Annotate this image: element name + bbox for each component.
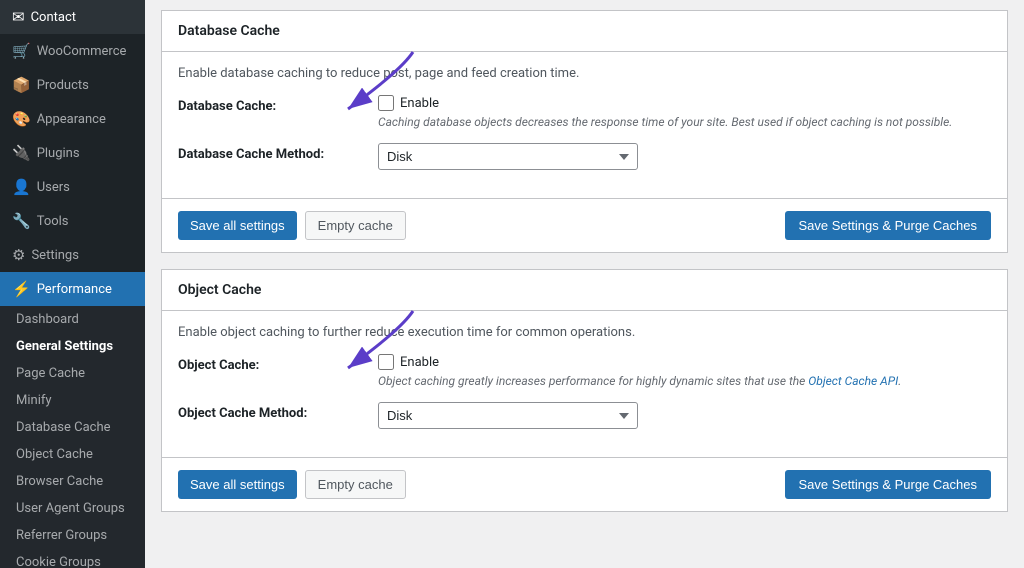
main-content: Database Cache Enable database caching t… bbox=[145, 0, 1024, 568]
performance-submenu: Dashboard General Settings Page Cache Mi… bbox=[0, 306, 145, 568]
database-cache-method-label: Database Cache Method: bbox=[178, 143, 378, 162]
object-cache-method-row: Object Cache Method: Disk Memcached Redi… bbox=[178, 402, 991, 429]
submenu-dashboard[interactable]: Dashboard bbox=[0, 306, 145, 333]
database-cache-enable-control: Enable Caching database objects decrease… bbox=[378, 95, 991, 129]
object-cache-checkbox[interactable] bbox=[378, 354, 394, 370]
object-cache-api-link[interactable]: Object Cache API bbox=[808, 374, 898, 388]
submenu-general-settings[interactable]: General Settings bbox=[0, 333, 145, 360]
object-cache-enable-control: Enable Object caching greatly increases … bbox=[378, 354, 991, 388]
sidebar-item-appearance[interactable]: 🎨 Appearance bbox=[0, 102, 145, 136]
sidebar-item-plugins[interactable]: 🔌 Plugins bbox=[0, 136, 145, 170]
object-cache-enable-label: Object Cache: bbox=[178, 354, 378, 373]
appearance-icon: 🎨 bbox=[12, 110, 31, 128]
sidebar-item-woocommerce[interactable]: 🛒 WooCommerce bbox=[0, 34, 145, 68]
object-cache-save-purge-button[interactable]: Save Settings & Purge Caches bbox=[785, 470, 992, 499]
settings-icon: ⚙ bbox=[12, 246, 25, 264]
object-cache-enable-toggle: Enable bbox=[378, 354, 991, 370]
sidebar-item-users[interactable]: 👤 Users bbox=[0, 170, 145, 204]
plugins-icon: 🔌 bbox=[12, 144, 31, 162]
object-cache-enable-row: Object Cache: Enable Object caching grea… bbox=[178, 354, 991, 388]
object-cache-method-select[interactable]: Disk Memcached Redis bbox=[378, 402, 638, 429]
sidebar: ✉ Contact 🛒 WooCommerce 📦 Products 🎨 App… bbox=[0, 0, 145, 568]
object-cache-description: Enable object caching to further reduce … bbox=[178, 325, 991, 340]
database-cache-empty-button[interactable]: Empty cache bbox=[305, 211, 406, 240]
object-cache-method-control: Disk Memcached Redis bbox=[378, 402, 991, 429]
object-cache-save-all-button[interactable]: Save all settings bbox=[178, 470, 297, 499]
submenu-database-cache[interactable]: Database Cache bbox=[0, 414, 145, 441]
object-cache-enable-text[interactable]: Enable bbox=[400, 355, 439, 370]
database-cache-save-purge-button[interactable]: Save Settings & Purge Caches bbox=[785, 211, 992, 240]
database-cache-description: Enable database caching to reduce post, … bbox=[178, 66, 991, 81]
database-cache-hint: Caching database objects decreases the r… bbox=[378, 115, 991, 129]
submenu-object-cache[interactable]: Object Cache bbox=[0, 441, 145, 468]
object-cache-hint: Object caching greatly increases perform… bbox=[378, 374, 991, 388]
database-cache-enable-label: Database Cache: bbox=[178, 95, 378, 114]
database-cache-footer-left: Save all settings Empty cache bbox=[178, 211, 406, 240]
users-icon: 👤 bbox=[12, 178, 31, 196]
submenu-browser-cache[interactable]: Browser Cache bbox=[0, 468, 145, 495]
object-cache-footer-left: Save all settings Empty cache bbox=[178, 470, 406, 499]
database-cache-footer: Save all settings Empty cache Save Setti… bbox=[162, 198, 1007, 252]
sidebar-item-performance[interactable]: ⚡ Performance bbox=[0, 272, 145, 306]
object-cache-body: Enable object caching to further reduce … bbox=[162, 311, 1007, 457]
database-cache-enable-text[interactable]: Enable bbox=[400, 96, 439, 111]
database-cache-method-control: Disk Memcached Redis bbox=[378, 143, 991, 170]
products-icon: 📦 bbox=[12, 76, 31, 94]
submenu-minify[interactable]: Minify bbox=[0, 387, 145, 414]
object-cache-empty-button[interactable]: Empty cache bbox=[305, 470, 406, 499]
submenu-cookie-groups[interactable]: Cookie Groups bbox=[0, 549, 145, 568]
database-cache-card: Database Cache Enable database caching t… bbox=[161, 10, 1008, 253]
database-cache-title: Database Cache bbox=[162, 11, 1007, 52]
object-cache-method-label: Object Cache Method: bbox=[178, 402, 378, 421]
database-cache-method-row: Database Cache Method: Disk Memcached Re… bbox=[178, 143, 991, 170]
database-cache-method-select[interactable]: Disk Memcached Redis bbox=[378, 143, 638, 170]
database-cache-enable-row: Database Cache: Enable Caching database … bbox=[178, 95, 991, 129]
object-cache-card: Object Cache Enable object caching to fu… bbox=[161, 269, 1008, 512]
tools-icon: 🔧 bbox=[12, 212, 31, 230]
object-cache-footer: Save all settings Empty cache Save Setti… bbox=[162, 457, 1007, 511]
performance-icon: ⚡ bbox=[12, 280, 31, 298]
sidebar-item-tools[interactable]: 🔧 Tools bbox=[0, 204, 145, 238]
submenu-referrer-groups[interactable]: Referrer Groups bbox=[0, 522, 145, 549]
database-cache-save-all-button[interactable]: Save all settings bbox=[178, 211, 297, 240]
sidebar-item-contact[interactable]: ✉ Contact bbox=[0, 0, 145, 34]
sidebar-item-products[interactable]: 📦 Products bbox=[0, 68, 145, 102]
database-cache-body: Enable database caching to reduce post, … bbox=[162, 52, 1007, 198]
woocommerce-icon: 🛒 bbox=[12, 42, 31, 60]
object-cache-title: Object Cache bbox=[162, 270, 1007, 311]
sidebar-item-settings[interactable]: ⚙ Settings bbox=[0, 238, 145, 272]
submenu-user-agent-groups[interactable]: User Agent Groups bbox=[0, 495, 145, 522]
database-cache-enable-toggle: Enable bbox=[378, 95, 991, 111]
database-cache-checkbox[interactable] bbox=[378, 95, 394, 111]
submenu-page-cache[interactable]: Page Cache bbox=[0, 360, 145, 387]
contact-icon: ✉ bbox=[12, 8, 25, 26]
